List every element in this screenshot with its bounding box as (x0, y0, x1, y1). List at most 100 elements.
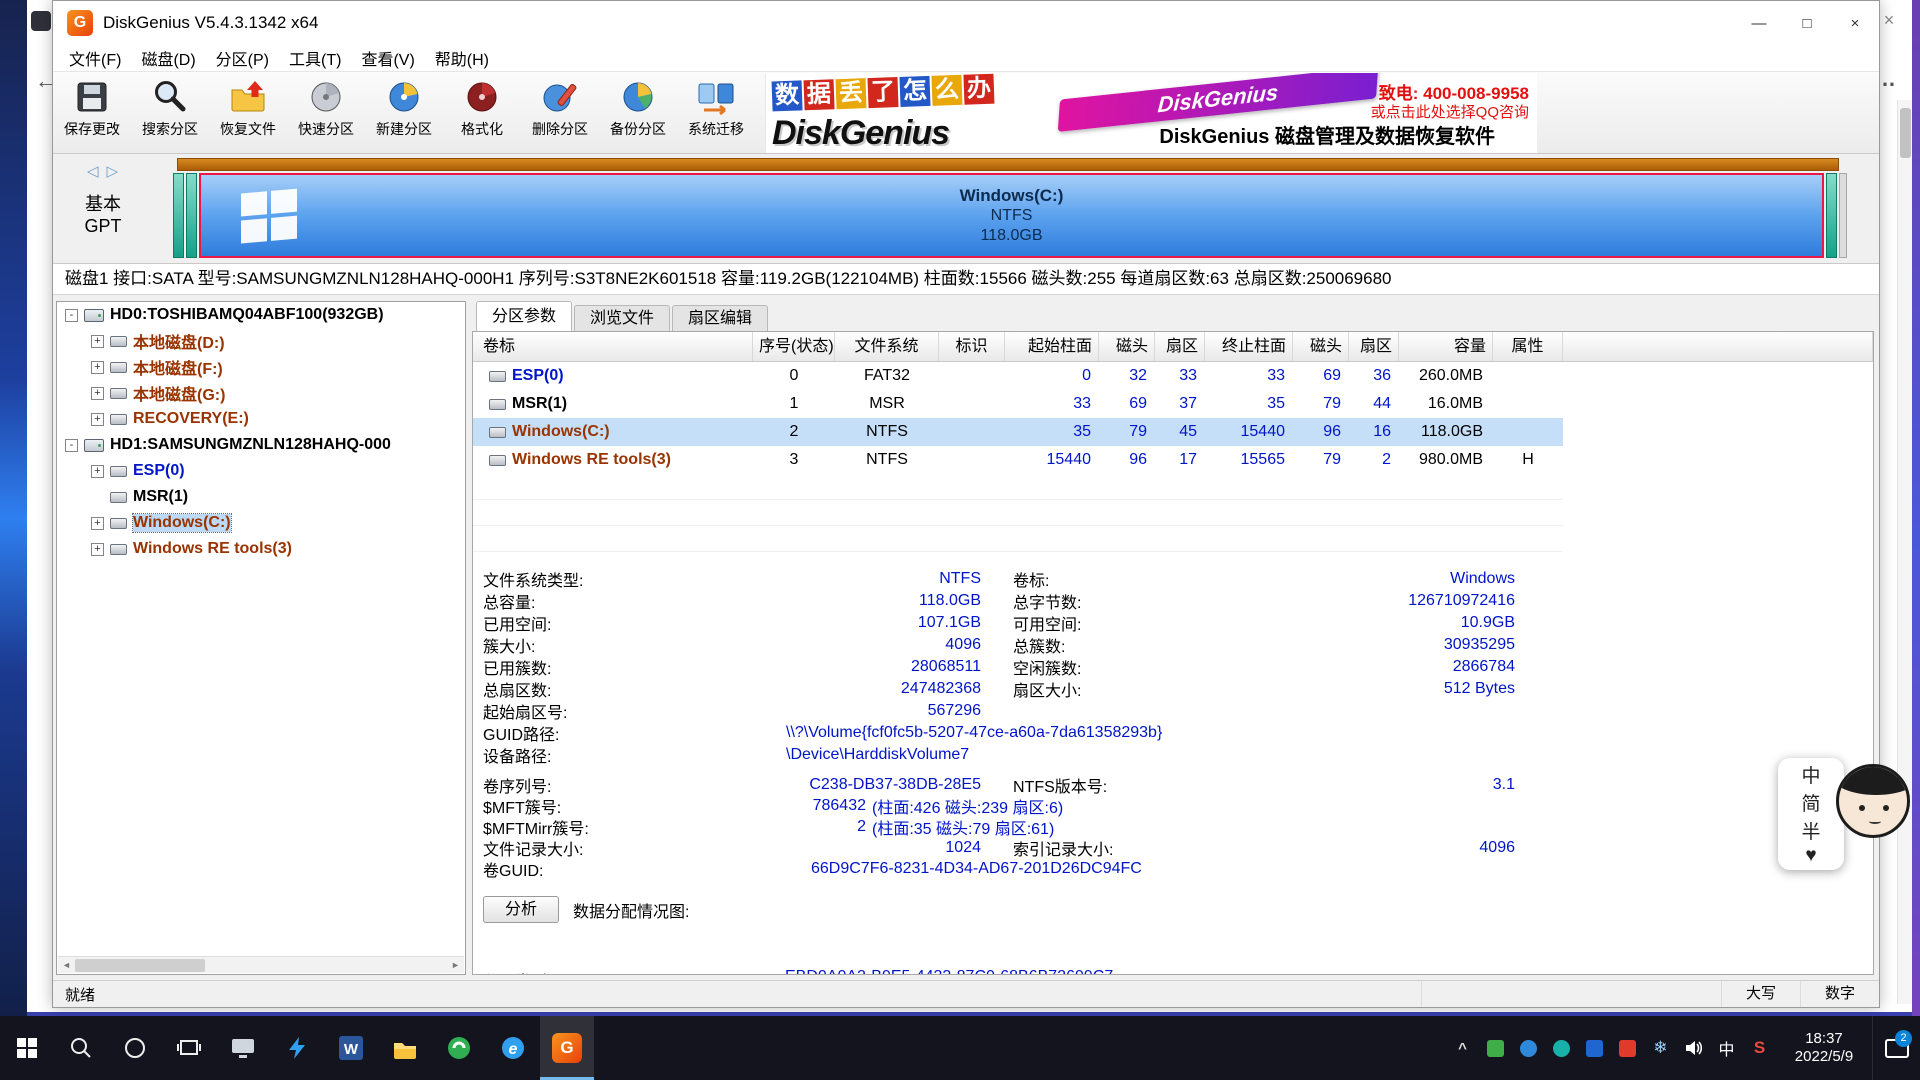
ime-status-panel[interactable]: 中 简 半 ♥ (1778, 758, 1844, 870)
tree-item-recovery-e[interactable]: + RECOVERY(E:) (57, 406, 465, 432)
tray-red-app[interactable] (1611, 1016, 1644, 1080)
start-button[interactable] (0, 1016, 54, 1080)
taskbar-app-green[interactable] (432, 1016, 486, 1080)
tray-green-app[interactable] (1479, 1016, 1512, 1080)
tray-s-app[interactable]: S (1743, 1016, 1776, 1080)
tree-item-local-disk-f[interactable]: + 本地磁盘(F:) (57, 354, 465, 380)
col-attributes[interactable]: 属性 (1493, 332, 1563, 361)
taskbar-search-button[interactable] (54, 1016, 108, 1080)
toolbar-button-format[interactable]: 格式化 (443, 72, 521, 153)
col-end-head[interactable]: 磁头 (1293, 332, 1349, 361)
taskbar-app-monitor[interactable] (216, 1016, 270, 1080)
ad-banner[interactable]: 数 据 丢 了 怎 么 办 !! DiskGenius DiskGenius 致… (765, 73, 1537, 153)
col-start-head[interactable]: 磁头 (1099, 332, 1155, 361)
expand-icon[interactable]: + (91, 543, 104, 556)
titlebar[interactable]: G DiskGenius V5.4.3.1342 x64 — □ × (53, 1, 1879, 45)
toolbar-button-delete-partition[interactable]: 删除分区 (521, 72, 599, 153)
menu-tools[interactable]: 工具(T) (279, 46, 351, 70)
col-start-sector[interactable]: 扇区 (1155, 332, 1205, 361)
table-row-windows-re[interactable]: Windows RE tools(3) 3 NTFS 15440 96 17 1… (473, 446, 1563, 474)
ime-simplified-label[interactable]: 简 (1801, 789, 1820, 816)
background-scrollbar-thumb[interactable] (1900, 108, 1911, 158)
prev-disk-icon[interactable]: ◁ (87, 163, 107, 180)
diskbar-partition-esp[interactable] (173, 173, 184, 258)
close-button[interactable]: × (1831, 1, 1879, 45)
col-start-cylinder[interactable]: 起始柱面 (1005, 332, 1099, 361)
menu-disk[interactable]: 磁盘(D) (131, 46, 205, 70)
col-tag[interactable]: 标识 (939, 332, 1005, 361)
scrollbar-thumb[interactable] (75, 959, 205, 972)
tray-blue-app[interactable] (1512, 1016, 1545, 1080)
toolbar-button-system-migration[interactable]: 系统迁移 (677, 72, 755, 153)
next-disk-icon[interactable]: ▷ (107, 163, 127, 180)
tree-item-windows-c[interactable]: + Windows(C:) (57, 510, 465, 536)
menu-view[interactable]: 查看(V) (351, 46, 424, 70)
taskbar-app-lightning[interactable] (270, 1016, 324, 1080)
tree-item-windows-re-tools[interactable]: + Windows RE tools(3) (57, 536, 465, 562)
table-row-esp[interactable]: ESP(0) 0 FAT32 0 32 33 33 69 36 260.0MB (473, 362, 1563, 390)
scroll-right-icon[interactable]: ► (447, 960, 464, 970)
disk-header-bar[interactable] (177, 158, 1839, 171)
expand-icon[interactable]: + (91, 465, 104, 478)
tray-teal-app[interactable] (1545, 1016, 1578, 1080)
tab-partition-parameters[interactable]: 分区参数 (476, 301, 572, 331)
taskbar-app-word[interactable]: W (324, 1016, 378, 1080)
diskbar-partition-msr[interactable] (186, 173, 197, 258)
taskbar-app-file-explorer[interactable] (378, 1016, 432, 1080)
col-volume[interactable]: 卷标 (473, 332, 753, 361)
toolbar-button-new-partition[interactable]: 新建分区 (365, 72, 443, 153)
expand-icon[interactable]: + (91, 387, 104, 400)
menu-partition[interactable]: 分区(P) (206, 46, 279, 70)
col-filesystem[interactable]: 文件系统 (835, 332, 939, 361)
ime-lang-label[interactable]: 中 (1801, 761, 1820, 788)
diskbar-partition-re-tools[interactable] (1826, 173, 1837, 258)
expand-icon[interactable]: + (91, 361, 104, 374)
hidden-icons-button[interactable]: ^ (1446, 1016, 1479, 1080)
diskbar-free-space[interactable] (1839, 173, 1847, 258)
menu-help[interactable]: 帮助(H) (425, 46, 499, 70)
collapse-icon[interactable]: - (65, 439, 78, 452)
tray-snowflake-app[interactable]: ❄ (1644, 1016, 1677, 1080)
tree-item-esp[interactable]: + ESP(0) (57, 458, 465, 484)
tree-item-hd1[interactable]: - HD1:SAMSUNGMZNLN128HAHQ-000 (57, 432, 465, 458)
tab-browse-files[interactable]: 浏览文件 (574, 305, 670, 331)
volume-button[interactable] (1677, 1016, 1710, 1080)
tree-item-local-disk-d[interactable]: + 本地磁盘(D:) (57, 328, 465, 354)
toolbar-button-recover-files[interactable]: 恢复文件 (209, 72, 287, 153)
ad-qq-link[interactable]: 或点击此处选择QQ咨询 (1371, 101, 1529, 122)
tree-item-local-disk-g[interactable]: + 本地磁盘(G:) (57, 380, 465, 406)
taskbar-clock[interactable]: 18:37 2022/5/9 (1776, 1030, 1872, 1066)
ime-mode-button[interactable]: 中 (1710, 1016, 1743, 1080)
tree-horizontal-scrollbar[interactable]: ◄ ► (58, 956, 464, 973)
tray-qq-app[interactable] (1578, 1016, 1611, 1080)
table-row-msr[interactable]: MSR(1) 1 MSR 33 69 37 35 79 44 16.0MB (473, 390, 1563, 418)
expand-icon[interactable]: + (91, 517, 104, 530)
col-end-cylinder[interactable]: 终止柱面 (1205, 332, 1293, 361)
taskbar-app-edge[interactable]: e (486, 1016, 540, 1080)
col-capacity[interactable]: 容量 (1399, 332, 1493, 361)
background-scrollbar[interactable] (1897, 100, 1912, 1004)
col-end-sector[interactable]: 扇区 (1349, 332, 1399, 361)
minimize-button[interactable]: — (1735, 1, 1783, 45)
expand-icon[interactable]: + (91, 413, 104, 426)
toolbar-button-search-partition[interactable]: 搜索分区 (131, 72, 209, 153)
ime-halfwidth-label[interactable]: 半 (1801, 817, 1820, 844)
scroll-left-icon[interactable]: ◄ (58, 960, 75, 970)
analyze-button[interactable]: 分析 (483, 896, 559, 923)
tree-item-msr[interactable]: MSR(1) (57, 484, 465, 510)
table-row-windows-c-selected[interactable]: Windows(C:) 2 NTFS 35 79 45 15440 96 16 … (473, 418, 1563, 446)
tab-sector-edit[interactable]: 扇区编辑 (672, 305, 768, 331)
taskbar-app-diskgenius-active[interactable]: G (540, 1016, 594, 1080)
col-seq-status[interactable]: 序号(状态) (753, 332, 835, 361)
toolbar-button-backup-partition[interactable]: 备份分区 (599, 72, 677, 153)
cortana-button[interactable] (108, 1016, 162, 1080)
tree-item-hd0[interactable]: - HD0:TOSHIBAMQ04ABF100(932GB) (57, 302, 465, 328)
menu-file[interactable]: 文件(F) (59, 46, 131, 70)
maximize-button[interactable]: □ (1783, 1, 1831, 45)
diskbar-partition-windows-c[interactable]: Windows(C:) NTFS 118.0GB (199, 173, 1824, 258)
toolbar-button-quick-partition[interactable]: 快速分区 (287, 72, 365, 153)
toolbar-button-save-changes[interactable]: 保存更改 (53, 72, 131, 153)
task-view-button[interactable] (162, 1016, 216, 1080)
expand-icon[interactable]: + (91, 335, 104, 348)
collapse-icon[interactable]: - (65, 309, 78, 322)
